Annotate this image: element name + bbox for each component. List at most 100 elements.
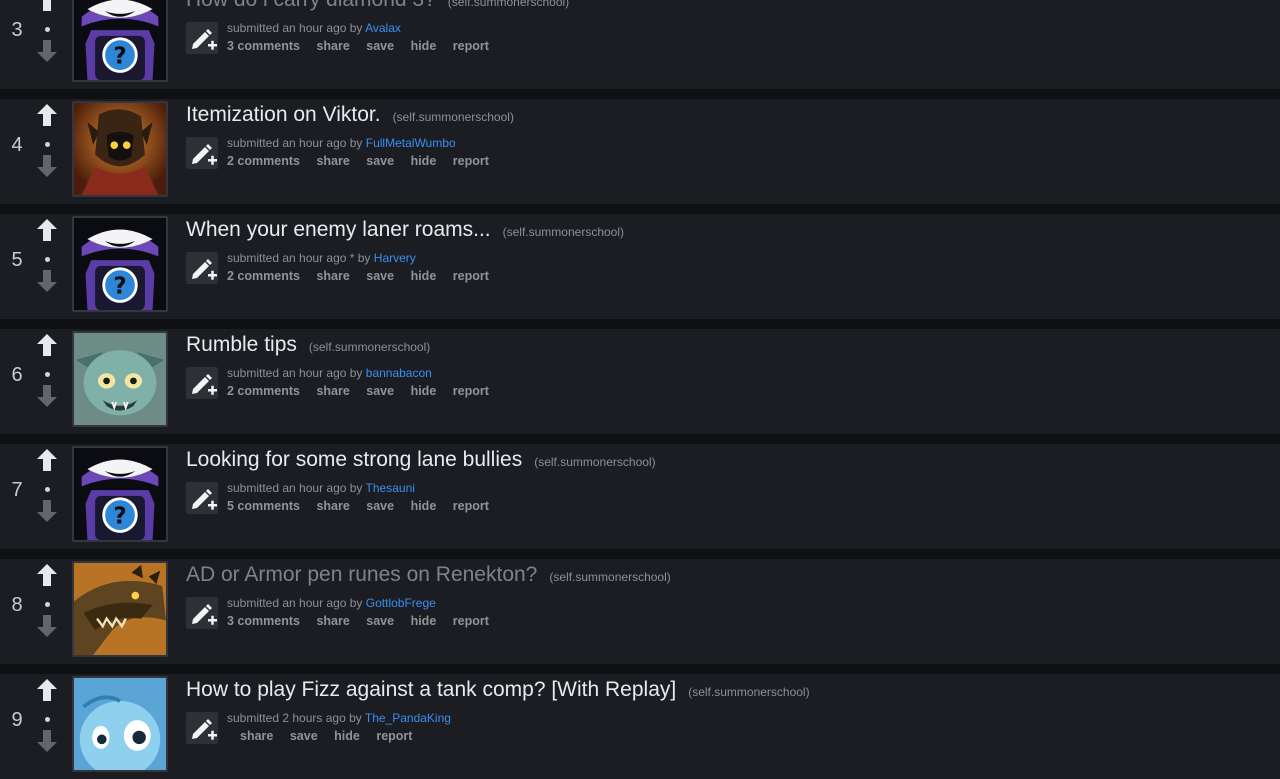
post-author-link[interactable]: GottlobFrege xyxy=(366,596,436,610)
hide-button[interactable]: hide xyxy=(411,614,437,628)
submitted-text: submitted 2 hours ago by xyxy=(227,711,362,725)
downvote-arrow-icon[interactable] xyxy=(36,269,58,293)
save-button[interactable]: save xyxy=(366,154,394,168)
post-domain[interactable]: (self.summonerschool) xyxy=(549,570,670,584)
post-domain[interactable]: (self.summonerschool) xyxy=(309,340,430,354)
post-domain[interactable]: (self.summonerschool) xyxy=(534,455,655,469)
post-author-link[interactable]: Thesauni xyxy=(366,481,415,495)
share-button[interactable]: share xyxy=(316,614,349,628)
share-button[interactable]: share xyxy=(316,384,349,398)
expando-button[interactable] xyxy=(186,252,218,284)
upvote-arrow-icon[interactable] xyxy=(36,103,58,127)
vote-controls xyxy=(36,563,58,649)
hide-button[interactable]: hide xyxy=(411,39,437,53)
comments-link[interactable]: 2 comments xyxy=(227,154,300,168)
post-title-link[interactable]: Itemization on Viktor. xyxy=(186,103,381,126)
downvote-arrow-icon[interactable] xyxy=(36,729,58,753)
post-title-link[interactable]: How do i carry diamond 3? xyxy=(186,0,436,11)
submitted-text: submitted an hour ago by xyxy=(227,481,363,495)
edit-pencil-icon xyxy=(192,489,217,510)
score-dot xyxy=(45,602,50,607)
vote-controls xyxy=(36,333,58,419)
downvote-arrow-icon[interactable] xyxy=(36,384,58,408)
post-author-link[interactable]: Harvery xyxy=(374,251,416,265)
expando-button[interactable] xyxy=(186,137,218,169)
share-button[interactable]: share xyxy=(240,729,273,743)
rumble-champion-portrait[interactable] xyxy=(72,331,168,427)
comments-link[interactable]: 5 comments xyxy=(227,499,300,513)
save-button[interactable]: save xyxy=(366,499,394,513)
downvote-arrow-icon[interactable] xyxy=(36,154,58,178)
share-button[interactable]: share xyxy=(316,154,349,168)
share-button[interactable]: share xyxy=(316,499,349,513)
report-button[interactable]: report xyxy=(376,729,412,743)
comments-link[interactable]: 3 comments xyxy=(227,39,300,53)
report-button[interactable]: report xyxy=(453,614,489,628)
post-title-link[interactable]: When your enemy laner roams... xyxy=(186,218,491,241)
expando-button[interactable] xyxy=(186,22,218,54)
save-button[interactable]: save xyxy=(366,269,394,283)
vote-controls xyxy=(36,448,58,534)
expando-button[interactable] xyxy=(186,597,218,629)
post-tagline: submitted an hour ago by Thesauni xyxy=(227,481,415,495)
downvote-arrow-icon[interactable] xyxy=(36,499,58,523)
post-author-link[interactable]: bannabacon xyxy=(366,366,432,380)
post-title-link[interactable]: How to play Fizz against a tank comp? [W… xyxy=(186,678,676,701)
hide-button[interactable]: hide xyxy=(411,154,437,168)
post-author-link[interactable]: The_PandaKing xyxy=(365,711,451,725)
report-button[interactable]: report xyxy=(453,269,489,283)
post-row: 6 Rumble tips (self.summonerschool) subm… xyxy=(0,329,1280,434)
expando-button[interactable] xyxy=(186,482,218,514)
renekton-champion-portrait[interactable] xyxy=(72,561,168,657)
downvote-arrow-icon[interactable] xyxy=(36,39,58,63)
hide-button[interactable]: hide xyxy=(411,384,437,398)
title-line: Rumble tips (self.summonerschool) xyxy=(186,333,430,357)
downvote-arrow-icon[interactable] xyxy=(36,614,58,638)
post-rank: 4 xyxy=(11,134,23,156)
upvote-arrow-icon[interactable] xyxy=(36,0,58,12)
upvote-arrow-icon[interactable] xyxy=(36,678,58,702)
post-title-link[interactable]: Looking for some strong lane bullies xyxy=(186,448,522,471)
hide-button[interactable]: hide xyxy=(334,729,360,743)
share-button[interactable]: share xyxy=(316,39,349,53)
report-button[interactable]: report xyxy=(453,499,489,513)
viktor-champion-portrait[interactable] xyxy=(72,101,168,197)
upvote-arrow-icon[interactable] xyxy=(36,218,58,242)
default-self-question-icon[interactable]: ? xyxy=(72,216,168,312)
share-button[interactable]: share xyxy=(316,269,349,283)
comments-link[interactable]: 3 comments xyxy=(227,614,300,628)
post-domain[interactable]: (self.summonerschool) xyxy=(393,110,514,124)
post-row: 7 ? Looking for some strong lane bullies… xyxy=(0,444,1280,549)
post-domain[interactable]: (self.summonerschool) xyxy=(688,685,809,699)
score-dot xyxy=(45,257,50,262)
expando-button[interactable] xyxy=(186,712,218,744)
fizz-champion-portrait[interactable] xyxy=(72,676,168,772)
default-self-question-icon[interactable]: ? xyxy=(72,0,168,82)
save-button[interactable]: save xyxy=(366,614,394,628)
post-title-link[interactable]: AD or Armor pen runes on Renekton? xyxy=(186,563,537,586)
comments-link[interactable]: 2 comments xyxy=(227,269,300,283)
upvote-arrow-icon[interactable] xyxy=(36,563,58,587)
post-author-link[interactable]: Avalax xyxy=(365,21,401,35)
post-domain[interactable]: (self.summonerschool) xyxy=(503,225,624,239)
post-tagline: submitted an hour ago * by Harvery xyxy=(227,251,416,265)
post-title-link[interactable]: Rumble tips xyxy=(186,333,297,356)
post-domain[interactable]: (self.summonerschool) xyxy=(448,0,569,9)
upvote-arrow-icon[interactable] xyxy=(36,333,58,357)
upvote-arrow-icon[interactable] xyxy=(36,448,58,472)
post-actions: 2 comments share save hide report xyxy=(227,269,502,283)
post-actions: 3 comments share save hide report xyxy=(227,614,502,628)
save-button[interactable]: save xyxy=(290,729,318,743)
post-author-link[interactable]: FullMetalWumbo xyxy=(366,136,456,150)
report-button[interactable]: report xyxy=(453,154,489,168)
save-button[interactable]: save xyxy=(366,39,394,53)
submitted-text: submitted an hour ago * by xyxy=(227,251,371,265)
report-button[interactable]: report xyxy=(453,39,489,53)
report-button[interactable]: report xyxy=(453,384,489,398)
hide-button[interactable]: hide xyxy=(411,499,437,513)
hide-button[interactable]: hide xyxy=(411,269,437,283)
expando-button[interactable] xyxy=(186,367,218,399)
default-self-question-icon[interactable]: ? xyxy=(72,446,168,542)
save-button[interactable]: save xyxy=(366,384,394,398)
comments-link[interactable]: 2 comments xyxy=(227,384,300,398)
